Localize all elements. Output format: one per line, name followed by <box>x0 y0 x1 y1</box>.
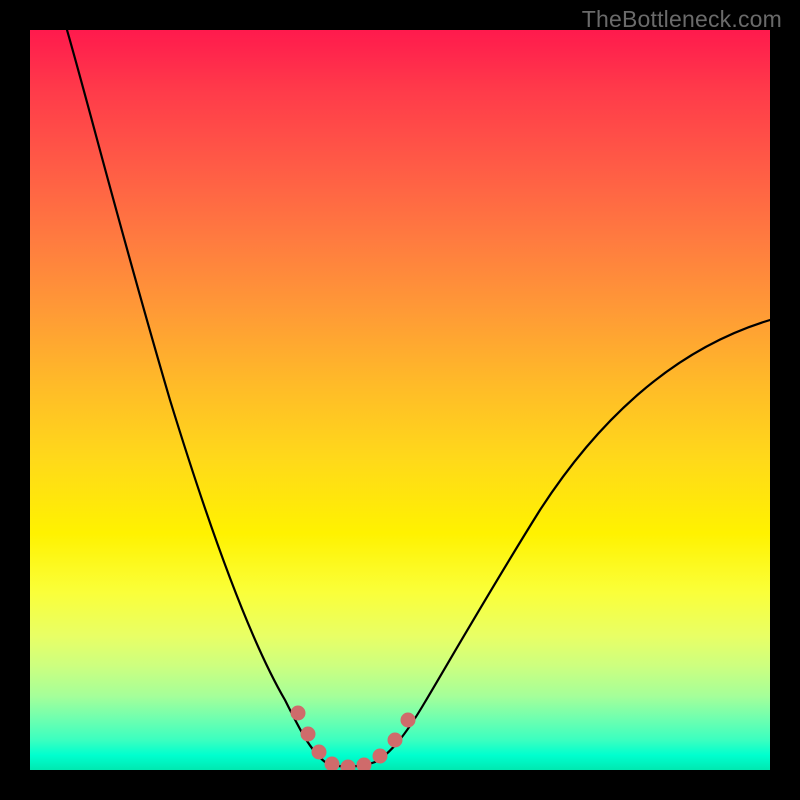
marker-dot <box>388 733 402 747</box>
marker-dot <box>325 757 339 770</box>
chart-frame: TheBottleneck.com <box>0 0 800 800</box>
plot-area <box>30 30 770 770</box>
marker-group <box>291 706 415 770</box>
marker-dot <box>401 713 415 727</box>
marker-dot <box>301 727 315 741</box>
marker-dot <box>373 749 387 763</box>
marker-dot <box>341 760 355 770</box>
marker-dot <box>357 758 371 770</box>
bottleneck-curve <box>30 30 770 770</box>
marker-dot <box>291 706 305 720</box>
marker-dot <box>312 745 326 759</box>
watermark-text: TheBottleneck.com <box>582 6 782 33</box>
curve-path <box>67 30 770 767</box>
